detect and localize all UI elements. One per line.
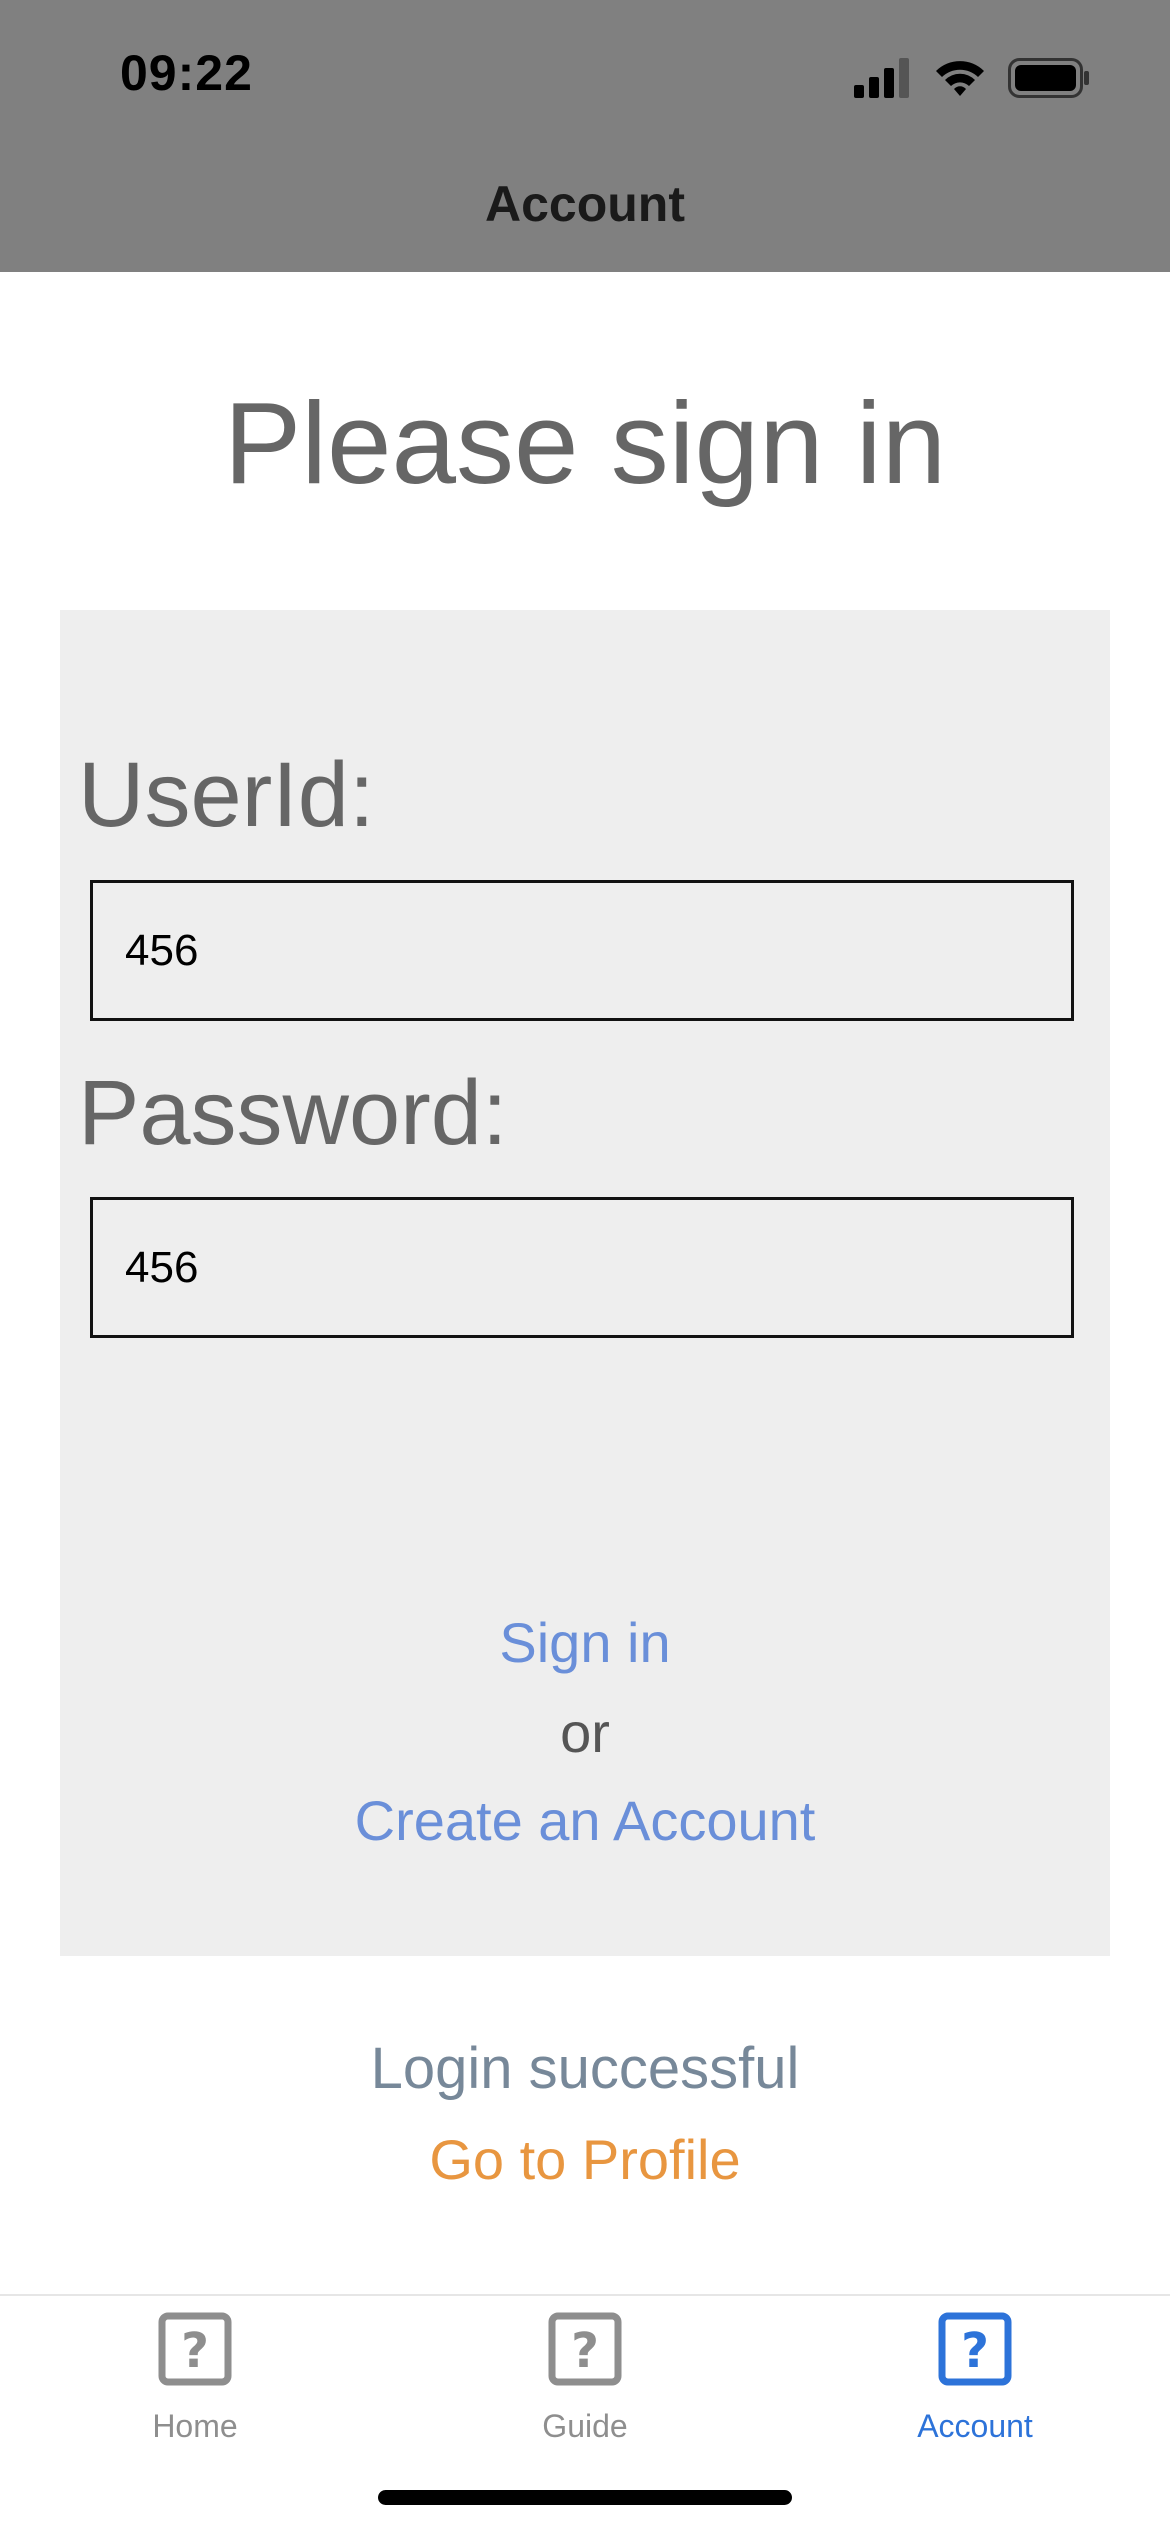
tab-label-account: Account [917,2408,1033,2444]
wifi-icon [936,61,984,96]
tab-label-home: Home [152,2408,238,2444]
status-icons [854,55,1090,101]
go-to-profile-link[interactable]: Go to Profile [0,2127,1170,2192]
sign-in-button[interactable]: Sign in [60,1610,1110,1675]
status-and-nav-header: 09:22 Account [0,0,1170,272]
home-indicator[interactable] [378,2490,792,2505]
tab-guide[interactable]: ? Guide [390,2312,780,2462]
or-separator: or [560,1701,610,1764]
svg-text:?: ? [181,2323,209,2379]
password-input[interactable] [90,1197,1074,1338]
password-label: Password: [78,1062,508,1164]
status-time: 09:22 [120,45,253,101]
page-title: Please sign in [223,378,947,508]
create-account-link[interactable]: Create an Account [60,1788,1110,1853]
question-icon: ? [548,2312,622,2386]
login-status-text: Login successful [370,2036,800,2101]
svg-text:?: ? [571,2323,599,2379]
userid-label: UserId: [78,744,375,846]
sign-in-form: UserId: Password: Sign in or Create an A… [60,610,1110,1956]
question-icon: ? [938,2312,1012,2386]
question-icon: ? [158,2312,232,2386]
cellular-signal-icon [854,58,909,98]
svg-text:?: ? [961,2323,989,2379]
battery-icon [1008,58,1089,98]
userid-input[interactable] [90,880,1074,1021]
tab-label-guide: Guide [542,2408,628,2444]
nav-title: Account [485,176,685,232]
tab-home[interactable]: ? Home [0,2312,390,2462]
tab-account[interactable]: ? Account [780,2312,1170,2462]
